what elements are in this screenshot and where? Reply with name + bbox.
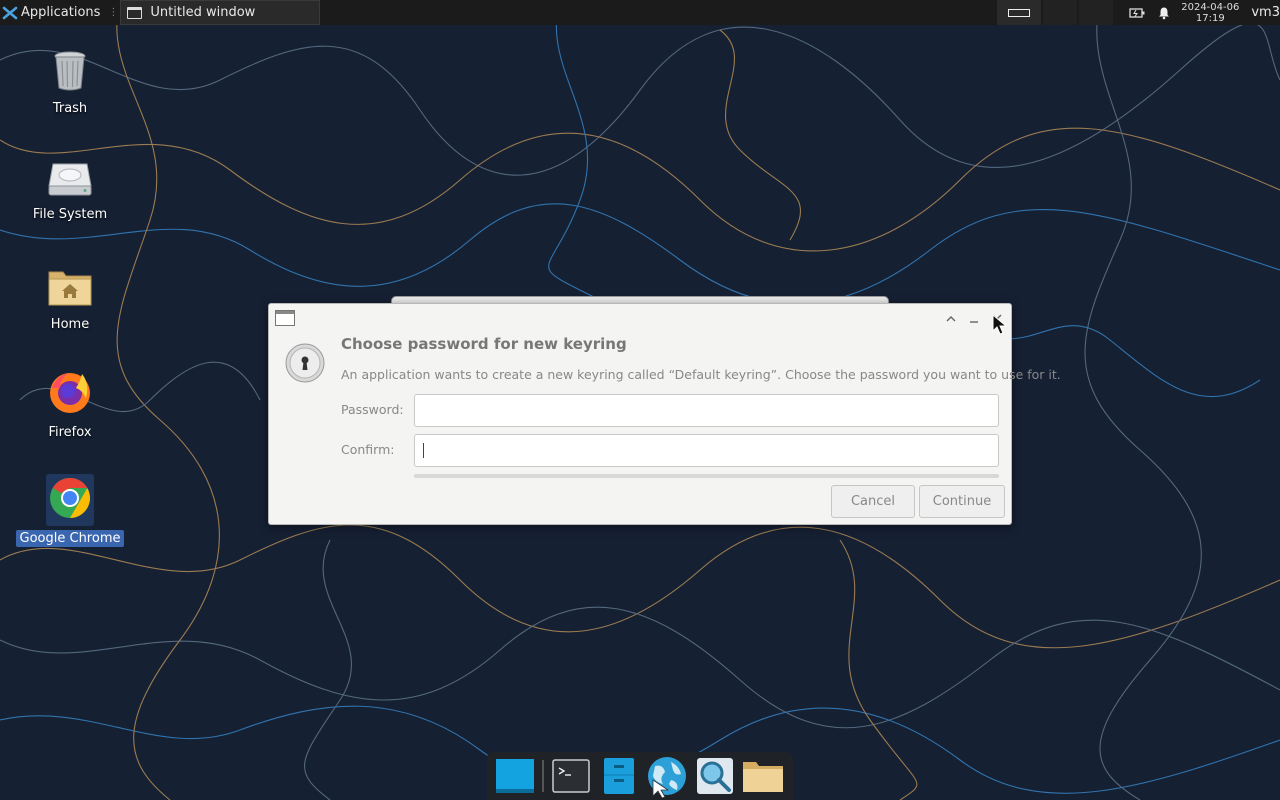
dialog-titlebar[interactable] — [269, 304, 1011, 334]
confirm-input[interactable] — [414, 434, 999, 467]
panel-clock[interactable]: 2024-04-06 17:19 — [1181, 2, 1239, 24]
minimize-icon[interactable] — [966, 311, 982, 327]
desktop-icon-google-chrome[interactable]: Google Chrome — [15, 474, 125, 547]
text-caret — [423, 443, 424, 458]
clock-date: 2024-04-06 — [1181, 1, 1240, 13]
window-icon — [127, 6, 143, 19]
dock-app-finder[interactable] — [691, 752, 739, 800]
file-manager-icon — [604, 758, 634, 794]
notification-bell-icon[interactable] — [1157, 6, 1171, 20]
desktop-icon-label: Trash — [52, 101, 88, 116]
password-strength-bar — [414, 474, 999, 478]
workspace-2[interactable] — [1043, 0, 1078, 25]
battery-icon[interactable] — [1129, 7, 1145, 19]
panel-separator-icon: ⋮ — [108, 7, 119, 18]
workspace-switcher[interactable] — [997, 0, 1042, 25]
desktop-icon-label: Google Chrome — [15, 530, 125, 547]
user-menu[interactable]: vm3 — [1251, 5, 1280, 20]
system-tray — [1129, 6, 1171, 20]
bottom-dock — [487, 752, 793, 800]
window-menu-icon[interactable] — [275, 310, 295, 326]
chrome-icon — [46, 474, 94, 526]
dock-web-browser[interactable] — [643, 752, 691, 800]
dock-separator — [542, 760, 544, 792]
continue-button[interactable]: Continue — [919, 485, 1005, 518]
desktop-icon-trash[interactable]: Trash — [20, 50, 120, 117]
applications-menu-label: Applications — [21, 5, 101, 20]
dock-terminal[interactable] — [547, 752, 595, 800]
dialog-title: Choose password for new keyring — [341, 335, 627, 353]
drive-icon — [47, 160, 93, 202]
cancel-button[interactable]: Cancel — [831, 485, 915, 518]
password-label: Password: — [341, 402, 404, 417]
dock-file-manager[interactable] — [595, 752, 643, 800]
xfce-logo-icon — [2, 6, 18, 19]
desktop-icon-firefox[interactable]: Firefox — [20, 368, 120, 441]
desktop-icon-label: File System — [32, 207, 108, 222]
trash-icon — [50, 50, 90, 96]
home-folder-icon — [47, 268, 93, 312]
folder-icon — [743, 762, 783, 792]
firefox-icon — [46, 368, 94, 420]
top-panel: Applications ⋮ Untitled window 2024-04-0… — [0, 0, 1280, 25]
shade-icon[interactable] — [943, 311, 959, 327]
dock-show-desktop[interactable] — [491, 752, 539, 800]
confirm-label: Confirm: — [341, 442, 395, 457]
password-input[interactable] — [414, 394, 999, 427]
desktop-icon-label: Home — [50, 317, 90, 332]
desktop-icon-home[interactable]: Home — [20, 268, 120, 333]
dock-folder[interactable] — [739, 752, 787, 800]
dialog-message: An application wants to create a new key… — [341, 367, 1061, 382]
clock-time: 17:19 — [1195, 12, 1225, 24]
taskbar-window-button[interactable]: Untitled window — [120, 0, 321, 25]
terminal-icon — [552, 759, 590, 793]
app-finder-icon — [697, 758, 733, 794]
workspace-1-icon — [1008, 8, 1031, 17]
desktop-icon-label: Firefox — [48, 425, 92, 440]
taskbar-window-title: Untitled window — [150, 5, 256, 20]
applications-menu-button[interactable]: Applications — [0, 0, 106, 25]
desktop-icon-file-system[interactable]: File System — [20, 160, 120, 223]
workspace-3[interactable] — [1079, 0, 1114, 25]
web-browser-icon — [648, 757, 686, 798]
mouse-cursor-icon — [992, 314, 1008, 335]
keyring-lock-icon — [285, 343, 325, 383]
show-desktop-icon — [496, 759, 534, 793]
